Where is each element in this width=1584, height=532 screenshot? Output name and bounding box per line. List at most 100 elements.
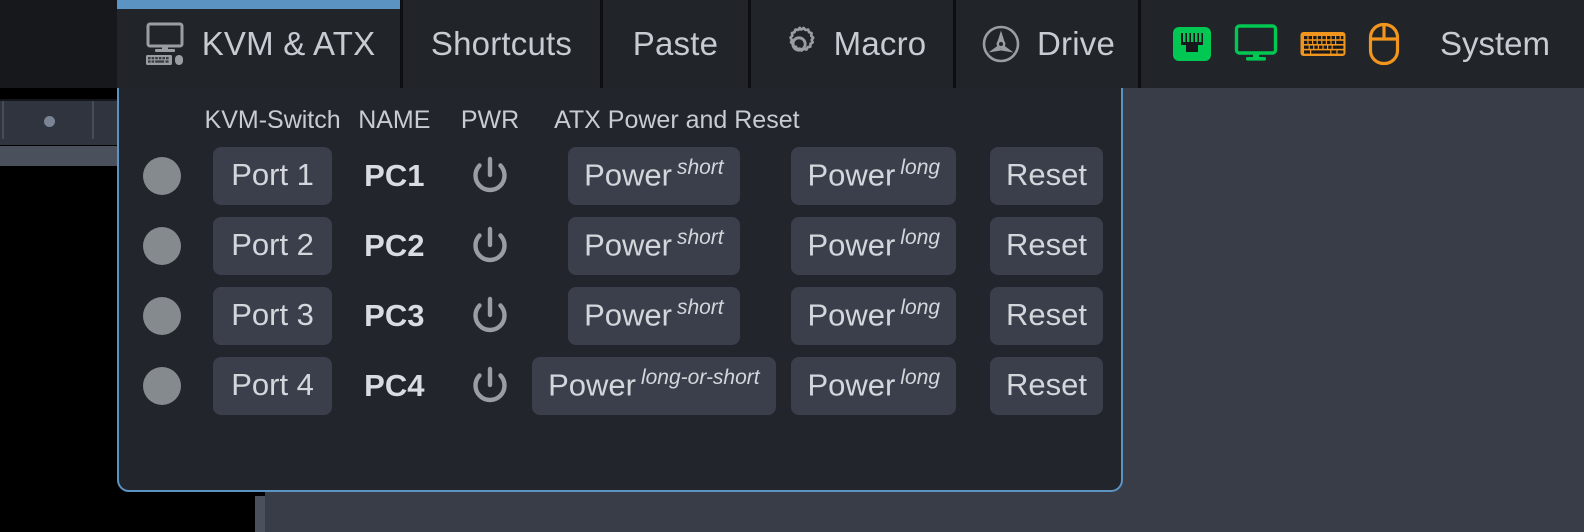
atx-power-long-sup: long (900, 295, 941, 319)
atx-power-long-button[interactable]: Power long (791, 286, 957, 345)
table-row: Port 1 PC1 Power short Power long Reset (119, 141, 1121, 211)
atx-power-long-label: Power (807, 157, 896, 193)
kvm-atx-table: KVM-Switch NAME PWR ATX Power and Reset … (119, 88, 1121, 421)
atx-power-long-label: Power (807, 367, 896, 403)
atx-power-long-cell: Power long (776, 141, 972, 211)
atx-power-long-sup: long (900, 225, 941, 249)
port-select-cell: Port 2 (205, 211, 341, 281)
port-select-cell: Port 3 (205, 281, 341, 351)
atx-power-short-cell: Power short (532, 211, 776, 281)
monitor-keyboard-mouse-icon (142, 22, 188, 66)
atx-power-short-sup: short (676, 295, 724, 319)
atx-reset-button[interactable]: Reset (989, 357, 1103, 415)
port-status-led-cell (119, 141, 205, 211)
atx-power-long-cell: Power long (776, 211, 972, 281)
pc-name-cell: PC2 (341, 211, 448, 281)
tab-label: KVM & ATX (201, 25, 376, 62)
atx-power-short-button[interactable]: Power short (568, 216, 740, 275)
port-status-led-cell (119, 351, 205, 421)
power-icon (448, 153, 532, 199)
mouse-icon[interactable] (1368, 22, 1400, 66)
tab-label: Drive (1037, 25, 1116, 62)
tab-shortcuts[interactable]: Shortcuts (403, 0, 603, 88)
tab-drive[interactable]: Drive (956, 0, 1141, 88)
background-widget-footer (0, 146, 124, 166)
monitor-icon[interactable] (1234, 23, 1278, 65)
atx-power-long-button[interactable]: Power long (791, 147, 957, 205)
atx-reset-cell: Reset (972, 351, 1121, 421)
table-header-row: KVM-Switch NAME PWR ATX Power and Reset (119, 88, 1121, 141)
atx-power-long-label: Power (807, 297, 896, 333)
table-row: Port 4 PC4 Power long-or-short Power lon… (119, 351, 1121, 421)
power-state-cell (448, 211, 532, 281)
power-icon (448, 223, 532, 269)
atx-power-long-button[interactable]: Power long (791, 356, 957, 415)
atx-power-short-button[interactable]: Power short (568, 147, 740, 205)
atx-reset-button[interactable]: Reset (989, 147, 1103, 205)
power-state-cell (448, 141, 532, 211)
atx-reset-button[interactable]: Reset (989, 287, 1103, 345)
atx-power-short-sup: short (676, 156, 724, 179)
table-row: Port 3 PC3 Power short Power long Reset (119, 281, 1121, 351)
pc-name-label: PC2 (364, 227, 425, 263)
port-select-button[interactable]: Port 2 (213, 217, 332, 275)
atx-power-short-label: Power (584, 157, 672, 193)
status-icon-cluster: System (1141, 0, 1584, 88)
tab-macro[interactable]: Macro (751, 0, 956, 88)
column-header-indicator (119, 88, 205, 141)
atx-power-short-cell: Power long-or-short (532, 351, 776, 421)
atx-power-long-label: Power (807, 227, 896, 263)
atx-power-long-cell: Power long (776, 281, 972, 351)
background-widget-dot (44, 116, 55, 127)
atx-reset-cell: Reset (972, 141, 1121, 211)
tab-label: Macro (833, 25, 927, 62)
port-status-led (142, 366, 181, 405)
column-header-pwr: PWR (460, 106, 520, 134)
pc-name-label: PC3 (364, 297, 425, 333)
disc-drive-icon (979, 22, 1023, 66)
atx-power-short-button[interactable]: Power short (568, 286, 740, 345)
port-status-led (142, 226, 181, 265)
atx-power-short-sup: short (676, 225, 724, 249)
port-status-led (142, 296, 181, 335)
atx-reset-button[interactable]: Reset (989, 217, 1103, 275)
atx-power-short-cell: Power short (532, 141, 776, 211)
atx-reset-cell: Reset (972, 281, 1121, 351)
port-select-button[interactable]: Port 3 (213, 287, 332, 345)
system-label[interactable]: System (1440, 25, 1550, 63)
pc-name-label: PC4 (364, 367, 425, 403)
pc-name-cell: PC1 (341, 141, 448, 211)
column-header-atx: ATX Power and Reset (554, 106, 800, 134)
port-status-led-cell (119, 281, 205, 351)
tab-kvm-and-atx[interactable]: KVM & ATX (117, 0, 403, 88)
port-status-led (142, 156, 181, 195)
port-status-led-cell (119, 211, 205, 281)
power-icon (448, 293, 532, 339)
pc-name-cell: PC4 (341, 351, 448, 421)
pc-name-cell: PC3 (341, 281, 448, 351)
column-header-name: NAME (358, 106, 431, 134)
atx-power-short-sup: long-or-short (640, 365, 760, 389)
kvm-atx-dropdown-panel: KVM-Switch NAME PWR ATX Power and Reset … (117, 88, 1123, 492)
atx-power-short-label: Power (548, 367, 636, 403)
power-icon (448, 363, 532, 409)
atx-power-long-sup: long (900, 365, 941, 389)
background-widget-tick-left (2, 101, 4, 139)
atx-power-long-sup: long (900, 156, 941, 179)
table-row: Port 2 PC2 Power short Power long Reset (119, 211, 1121, 281)
gear-icon (778, 23, 820, 65)
atx-power-long-button[interactable]: Power long (791, 216, 957, 275)
power-state-cell (448, 351, 532, 421)
background-widget-tick-right (92, 101, 94, 139)
network-port-icon[interactable] (1171, 23, 1213, 65)
port-select-button[interactable]: Port 4 (213, 357, 332, 415)
tab-paste[interactable]: Paste (603, 0, 751, 88)
port-select-button[interactable]: Port 1 (213, 147, 332, 205)
background-divider (255, 496, 265, 532)
atx-power-short-label: Power (584, 297, 672, 333)
atx-power-short-button[interactable]: Power long-or-short (532, 356, 776, 415)
pc-name-label: PC1 (364, 157, 425, 193)
keyboard-icon[interactable] (1299, 27, 1347, 61)
atx-power-short-cell: Power short (532, 281, 776, 351)
port-select-cell: Port 4 (205, 351, 341, 421)
